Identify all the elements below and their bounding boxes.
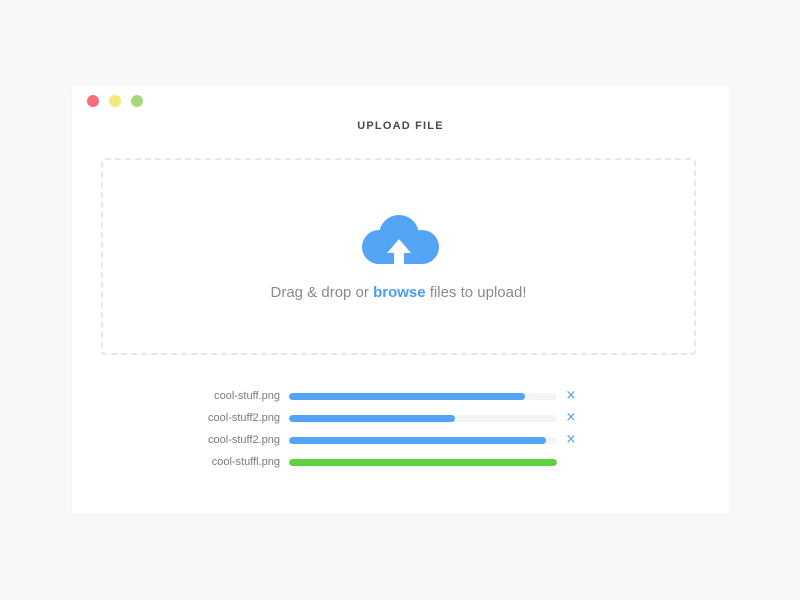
close-window-button[interactable] xyxy=(87,95,99,107)
file-name: cool-stuff2.png xyxy=(208,412,280,424)
drop-instructions: Drag & drop or browse files to upload! xyxy=(103,284,694,301)
upload-progress-bar xyxy=(289,437,557,444)
upload-progress-bar xyxy=(289,415,557,422)
file-name: cool-stuffl.png xyxy=(211,456,280,468)
drop-text-before: Drag & drop or xyxy=(270,284,369,301)
upload-progress-fill xyxy=(289,415,456,422)
browse-link[interactable]: browse xyxy=(373,284,426,301)
window-controls xyxy=(87,95,143,107)
page-title: UPLOAD FILE xyxy=(357,120,444,132)
upload-progress-fill xyxy=(289,459,557,466)
remove-file-icon[interactable]: × xyxy=(564,388,578,404)
zoom-window-button[interactable] xyxy=(131,95,143,107)
remove-file-icon[interactable]: × xyxy=(564,432,578,448)
file-row: cool-stuff.png × xyxy=(72,386,729,408)
drop-text-after: files to upload! xyxy=(429,284,527,301)
upload-progress-bar xyxy=(289,393,557,400)
file-row: cool-stuff2.png × xyxy=(72,430,729,452)
file-row: cool-stuff2.png × xyxy=(72,408,729,430)
upload-progress-bar xyxy=(289,459,557,466)
upload-window: UPLOAD FILE Drag & drop or browse files … xyxy=(72,86,729,514)
file-row: cool-stuffl.png xyxy=(72,452,729,474)
file-name: cool-stuff.png xyxy=(214,390,280,402)
remove-file-icon[interactable]: × xyxy=(564,410,578,426)
minimize-window-button[interactable] xyxy=(109,95,121,107)
upload-progress-fill xyxy=(289,393,525,400)
upload-progress-fill xyxy=(289,437,547,444)
file-name: cool-stuff2.png xyxy=(208,434,280,446)
drop-zone[interactable]: Drag & drop or browse files to upload! xyxy=(101,158,696,355)
cloud-upload-icon xyxy=(362,215,439,269)
